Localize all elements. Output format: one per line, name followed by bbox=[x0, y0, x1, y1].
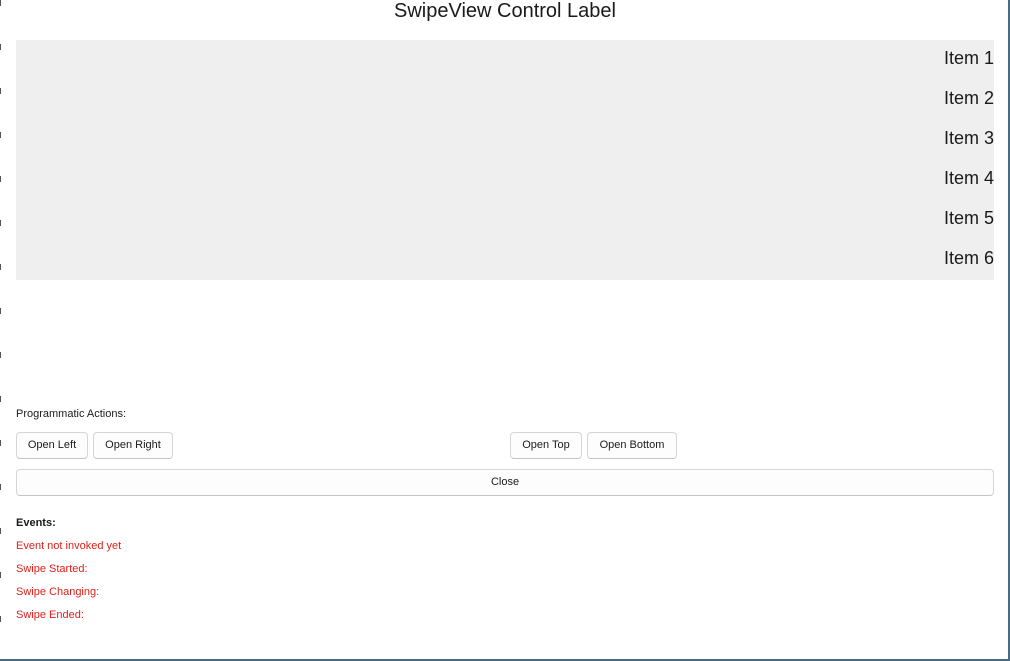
swipe-started-text: Swipe Started: bbox=[16, 563, 88, 575]
swipe-item-4[interactable]: Item 4 bbox=[16, 160, 994, 200]
swipe-item-6[interactable]: Item 6 bbox=[16, 240, 994, 280]
event-status-text: Event not invoked yet bbox=[16, 540, 122, 552]
close-button[interactable]: Close bbox=[16, 469, 994, 496]
swipe-item-1[interactable]: Item 1 bbox=[16, 40, 994, 80]
swipe-item-5[interactable]: Item 5 bbox=[16, 200, 994, 240]
open-left-button[interactable]: Open Left bbox=[16, 432, 88, 459]
open-right-button[interactable]: Open Right bbox=[93, 432, 173, 459]
events-header: Events: bbox=[16, 517, 56, 529]
programmatic-actions-label: Programmatic Actions: bbox=[16, 408, 127, 420]
page-title: SwipeView Control Label bbox=[394, 0, 616, 22]
window-left-edge bbox=[0, 0, 1, 661]
swipe-view[interactable]: Item 1 Item 2 Item 3 Item 4 Item 5 Item … bbox=[16, 40, 994, 280]
swipe-ended-text: Swipe Ended: bbox=[16, 609, 84, 621]
open-top-button[interactable]: Open Top bbox=[510, 432, 582, 459]
swipe-item-2[interactable]: Item 2 bbox=[16, 80, 994, 120]
swipe-item-3[interactable]: Item 3 bbox=[16, 120, 994, 160]
swipe-changing-text: Swipe Changing: bbox=[16, 586, 100, 598]
open-bottom-button[interactable]: Open Bottom bbox=[587, 432, 677, 459]
